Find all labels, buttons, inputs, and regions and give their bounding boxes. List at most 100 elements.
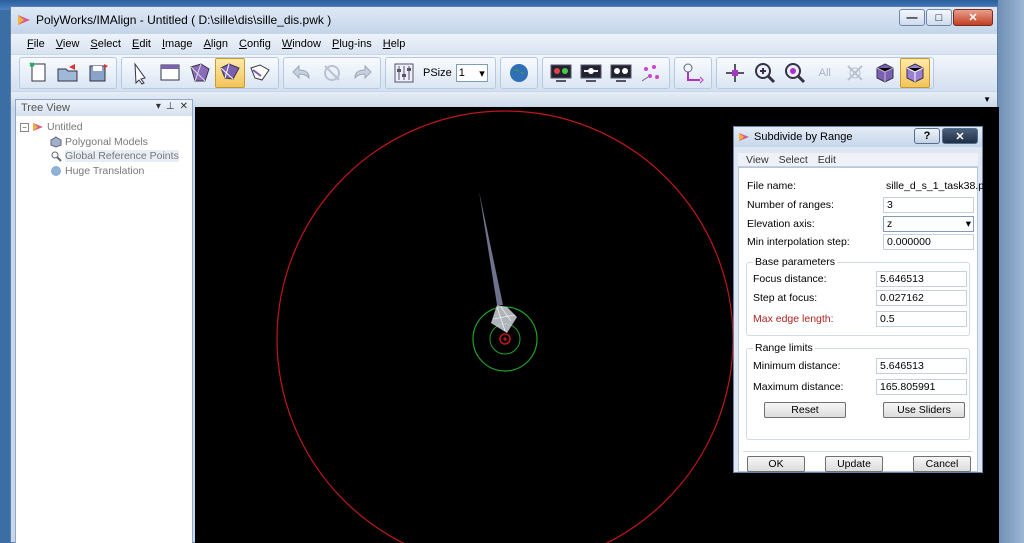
zoom-in-icon[interactable] (750, 58, 780, 88)
display-mode-3-icon[interactable] (606, 58, 636, 88)
display-mode-2-icon[interactable] (576, 58, 606, 88)
dialog-menu-view[interactable]: View (746, 154, 769, 166)
display-mode-1-icon[interactable] (546, 58, 576, 88)
menu-view[interactable]: View (56, 38, 80, 50)
dialog-body: File name: sille_d_s_1_task38.pf Number … (738, 167, 987, 472)
dialog-titlebar[interactable]: Subdivide by Range ? ✕ (734, 127, 982, 147)
maximize-button[interactable]: □ (926, 9, 952, 26)
help-button[interactable]: ? (914, 128, 940, 144)
num-ranges-label: Number of ranges: (747, 199, 834, 211)
chevron-down-icon: ▾ (479, 67, 485, 80)
open-folder-icon[interactable] (53, 58, 83, 88)
all-label: All (818, 67, 831, 79)
dialog-title: Subdivide by Range (754, 131, 853, 143)
globe-icon (51, 165, 61, 176)
menu-image[interactable]: Image (162, 38, 193, 50)
toolbar-group-navigate: All (715, 57, 934, 89)
cube-icon[interactable] (870, 58, 900, 88)
panel-close-icon[interactable]: ✕ (180, 101, 188, 112)
close-button[interactable]: ✕ (953, 9, 993, 26)
min-interp-field[interactable]: 0.000000 (883, 234, 974, 250)
max-distance-field[interactable]: 165.805991 (876, 379, 967, 395)
elevation-axis-select[interactable]: z ▾ (883, 216, 974, 232)
globe-icon[interactable] (504, 58, 534, 88)
tree-view-panel: Tree View ▾ ⊥ ✕ − Untitled Polygonal Mod… (15, 99, 193, 543)
minimize-button[interactable]: — (899, 9, 925, 26)
collapse-toggle-icon[interactable]: − (20, 122, 29, 132)
menu-help[interactable]: Help (383, 38, 406, 50)
tree-item-label: Global Reference Points (65, 150, 179, 163)
panel-dropdown-icon[interactable]: ▾ (156, 101, 161, 112)
main-window: PolyWorks/IMAlign - Untitled ( D:\sille\… (10, 6, 999, 543)
chevron-down-icon[interactable]: ▼ (983, 95, 991, 104)
max-distance-row: Maximum distance: 165.805991 (753, 379, 967, 395)
step-at-focus-field[interactable]: 0.027162 (876, 290, 967, 306)
select-window-icon[interactable] (155, 58, 185, 88)
max-distance-label: Maximum distance: (753, 381, 844, 393)
max-edge-length-field[interactable]: 0.5 (876, 311, 967, 327)
use-sliders-button[interactable]: Use Sliders (883, 402, 965, 418)
menu-select[interactable]: Select (90, 38, 121, 50)
base-parameters-title: Base parameters (753, 256, 837, 268)
ok-button[interactable]: OK (747, 456, 805, 472)
undo-icon[interactable] (287, 58, 317, 88)
dialog-menu-edit[interactable]: Edit (818, 154, 836, 166)
min-interp-row: Min interpolation step: 0.000000 (747, 234, 974, 250)
window-titlebar[interactable]: PolyWorks/IMAlign - Untitled ( D:\sille\… (11, 7, 997, 33)
step-at-focus-label: Step at focus: (753, 292, 818, 304)
tree: − Untitled Polygonal Models Global Refer… (16, 116, 192, 178)
tree-root-label: Untitled (47, 121, 83, 134)
save-icon[interactable] (83, 58, 113, 88)
tree-item-huge-translation[interactable]: Huge Translation (20, 164, 192, 179)
mesh-select-icon[interactable] (185, 58, 215, 88)
num-ranges-field[interactable]: 3 (883, 197, 974, 213)
delete-disabled-icon[interactable] (317, 58, 347, 88)
tree-root[interactable]: − Untitled (20, 120, 192, 135)
select-all-disabled[interactable]: All (810, 58, 840, 88)
dialog-menu-bar: View Select Edit (738, 153, 978, 167)
cancel-button[interactable]: Cancel (913, 456, 971, 472)
elevation-axis-row: Elevation axis: z ▾ (747, 216, 974, 232)
file-name-row: File name: sille_d_s_1_task38.pf (747, 178, 987, 194)
range-limits-group: Range limits Minimum distance: 5.646513 … (746, 342, 970, 440)
zoom-fit-icon[interactable] (780, 58, 810, 88)
menu-align[interactable]: Align (204, 38, 228, 50)
new-file-icon[interactable] (23, 58, 53, 88)
pick-tool-icon[interactable] (125, 58, 155, 88)
menu-file[interactable]: File (27, 38, 45, 50)
toolbar-group-select (121, 57, 279, 89)
redo-icon[interactable] (347, 58, 377, 88)
menu-config[interactable]: Config (239, 38, 271, 50)
mesh-select-active-icon[interactable] (215, 58, 245, 88)
pin-icon[interactable]: ⊥ (166, 101, 175, 112)
focus-dot (503, 337, 507, 341)
filter-disabled-icon[interactable] (840, 58, 870, 88)
reference-points-icon (51, 151, 62, 162)
min-distance-row: Minimum distance: 5.646513 (753, 358, 967, 374)
subdivide-by-range-dialog: Subdivide by Range ? ✕ View Select Edit … (733, 126, 987, 473)
polygonal-models-icon (50, 136, 62, 148)
tree-item-polygonal-models[interactable]: Polygonal Models (20, 135, 192, 150)
focus-distance-label: Focus distance: (753, 273, 827, 285)
min-distance-field[interactable]: 5.646513 (876, 358, 967, 374)
sliders-icon[interactable] (389, 58, 419, 88)
scatter-points-icon[interactable] (636, 58, 666, 88)
dialog-close-button[interactable]: ✕ (942, 128, 978, 144)
max-edge-length-row: Max edge length: 0.5 (753, 311, 967, 327)
menu-window[interactable]: Window (282, 38, 321, 50)
reset-button[interactable]: Reset (764, 402, 846, 418)
dialog-menu-select[interactable]: Select (779, 154, 808, 166)
update-button[interactable]: Update (825, 456, 883, 472)
cube-shaded-icon[interactable] (899, 58, 930, 88)
mesh-deselect-icon[interactable] (245, 58, 275, 88)
toolbar-group-align (673, 57, 712, 89)
file-name-label: File name: (747, 180, 797, 192)
transform-axes-icon[interactable] (720, 58, 750, 88)
tree-item-global-reference-points[interactable]: Global Reference Points (20, 149, 192, 164)
menu-plugins[interactable]: Plug-ins (332, 38, 372, 50)
menu-edit[interactable]: Edit (132, 38, 151, 50)
window-title: PolyWorks/IMAlign - Untitled ( D:\sille\… (36, 13, 332, 27)
focus-distance-field[interactable]: 5.646513 (876, 271, 967, 287)
psize-select[interactable]: 1 ▾ (455, 64, 488, 82)
axis-arrow-icon[interactable] (678, 58, 708, 88)
